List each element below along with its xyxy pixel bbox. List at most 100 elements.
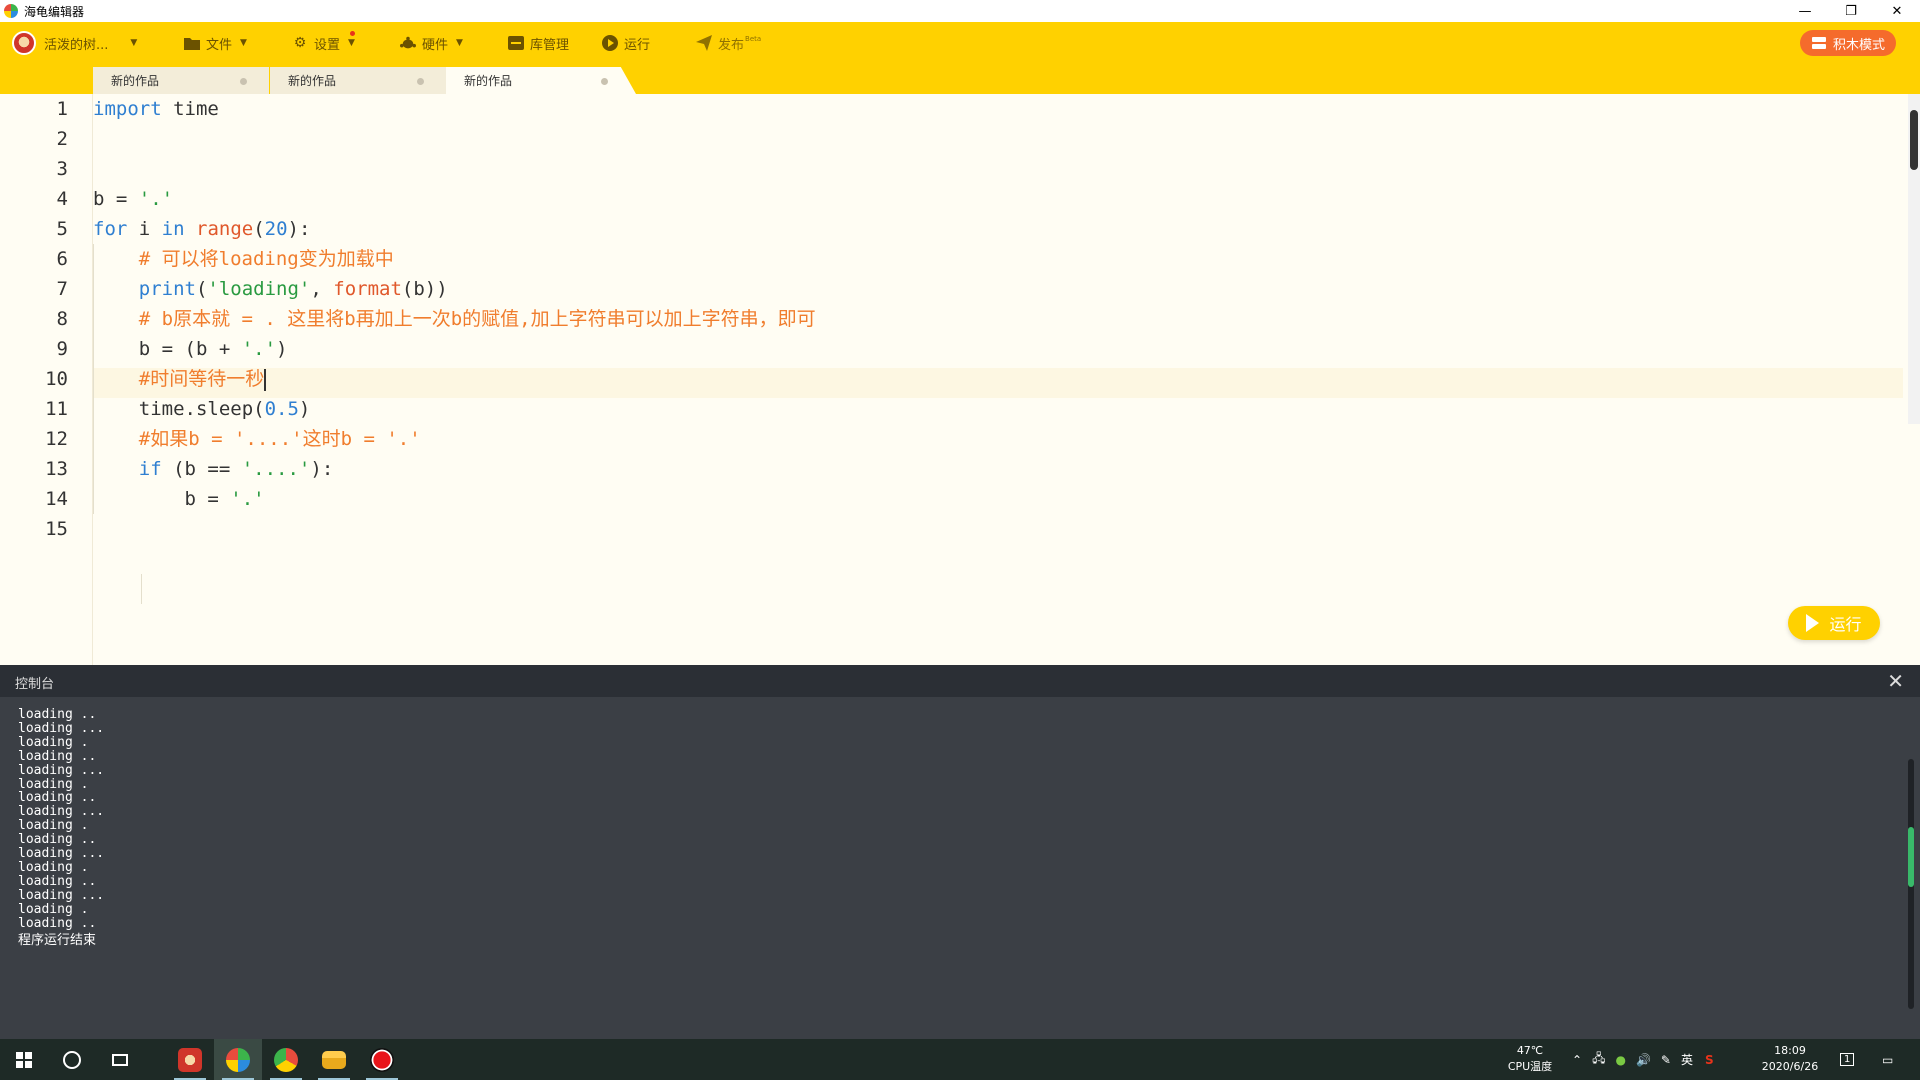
console-line: loading . xyxy=(18,734,89,750)
editor-scrollbar-thumb[interactable] xyxy=(1910,110,1918,170)
turtle-app-icon xyxy=(178,1047,202,1072)
start-button[interactable] xyxy=(0,1039,48,1080)
plus-circle-icon[interactable]: ● xyxy=(1615,1053,1625,1067)
console-line: loading . xyxy=(18,901,89,917)
tab-label: 新的作品 xyxy=(111,74,160,88)
clock-date: 2020/6/26 xyxy=(1761,1060,1819,1073)
code-token: ( xyxy=(195,278,208,300)
minimize-button[interactable]: — xyxy=(1782,0,1828,22)
close-icon[interactable]: ✕ xyxy=(1887,669,1904,693)
line-number: 13 xyxy=(45,458,68,480)
line-number: 6 xyxy=(56,248,68,270)
code-line[interactable]: #时间等待一秒 xyxy=(93,364,267,394)
current-line-highlight xyxy=(93,368,1903,398)
code-line[interactable]: #如果b = '....'这时b = '.' xyxy=(93,424,421,454)
code-line[interactable]: if (b == '....'): xyxy=(93,454,334,484)
tab-close-dot-icon[interactable] xyxy=(240,78,247,85)
app-logo-icon xyxy=(4,4,18,18)
code-line[interactable]: b = '.' xyxy=(93,184,173,214)
console-line: 程序运行结束 xyxy=(18,933,97,949)
tab-close-dot-icon[interactable] xyxy=(601,78,608,85)
library-button[interactable]: 库管理 xyxy=(508,22,569,64)
tab-work-1[interactable]: 新的作品 xyxy=(93,67,269,94)
publish-button[interactable]: 发布 Beta xyxy=(696,22,761,64)
action-center-button[interactable]: ▭ xyxy=(1882,1039,1893,1080)
notification-badge-area[interactable]: 1 xyxy=(1840,1039,1855,1080)
code-token: # b原本就 = . 这里将b再加上一次b的赋值,加上字符串可以加上字符串，即可 xyxy=(138,308,816,330)
line-number-gutter: 1 2 3 4 5 6 7 8 9 10 11 12 13 14 15 xyxy=(0,94,93,665)
taskbar-app-explorer[interactable] xyxy=(310,1039,358,1080)
box-icon xyxy=(508,35,524,51)
ime-indicator[interactable]: 英 xyxy=(1681,1051,1693,1068)
file-menu[interactable]: 文件 ▼ xyxy=(184,22,247,64)
blocks-mode-button[interactable]: 积木模式 xyxy=(1800,30,1896,56)
task-view-button[interactable] xyxy=(96,1039,144,1080)
taskbar-app-browser[interactable] xyxy=(262,1039,310,1080)
code-line[interactable]: time.sleep(0.5) xyxy=(93,394,311,424)
code-line[interactable]: # b原本就 = . 这里将b再加上一次b的赋值,加上字符串可以加上字符串，即可 xyxy=(93,304,816,334)
console-title: 控制台 xyxy=(15,677,55,692)
library-label: 库管理 xyxy=(530,37,570,53)
code-line[interactable]: import time xyxy=(93,94,219,124)
volume-icon[interactable]: 🔊 xyxy=(1636,1053,1651,1067)
clock[interactable]: 18:09 2020/6/26 xyxy=(1752,1043,1828,1075)
run-button[interactable]: 运行 xyxy=(1788,606,1880,640)
blocks-mode-label: 积木模式 xyxy=(1832,37,1885,53)
code-token: b = xyxy=(93,488,231,510)
play-icon xyxy=(1806,614,1820,632)
cpu-temperature[interactable]: 47℃ CPU温度 xyxy=(1500,1043,1560,1075)
line-number: 14 xyxy=(45,488,68,510)
code-line[interactable]: # 可以将loading变为加载中 xyxy=(93,244,394,274)
avatar xyxy=(12,31,36,55)
taskbar-app-turtle-editor[interactable] xyxy=(214,1039,262,1080)
chevron-down-icon: ▼ xyxy=(130,38,138,48)
chevron-down-icon: ▼ xyxy=(240,38,247,48)
code-line[interactable]: for i in range(20): xyxy=(93,214,310,244)
folder-icon xyxy=(322,1050,346,1069)
console-scrollbar-thumb[interactable] xyxy=(1908,827,1914,887)
code-token: print xyxy=(138,278,196,300)
console-line: loading .. xyxy=(18,832,97,848)
code-editor[interactable]: 1 2 3 4 5 6 7 8 9 10 11 12 13 14 15 import time b = '.'… xyxy=(0,94,1920,665)
settings-menu[interactable]: ⚙ 设置 ▼ xyxy=(292,22,355,64)
tab-work-3[interactable]: 新的作品 xyxy=(446,67,636,94)
system-tray: ⌃ 🖧 ● 🔊 ✎ 英 S xyxy=(1572,1039,1714,1080)
code-token: i xyxy=(127,218,162,240)
windows-taskbar: 47℃ CPU温度 ⌃ 🖧 ● 🔊 ✎ 英 S 18:09 2020/6/26 … xyxy=(0,1039,1920,1080)
console-line: loading .. xyxy=(18,873,97,889)
line-number: 15 xyxy=(45,518,68,540)
cpu-temp-value: 47℃ xyxy=(1516,1044,1544,1057)
line-number: 1 xyxy=(56,98,68,120)
chevron-up-icon[interactable]: ⌃ xyxy=(1572,1053,1582,1067)
code-token: (b == xyxy=(161,458,242,480)
restore-button[interactable]: ❐ xyxy=(1828,0,1874,22)
network-icon[interactable]: 🖧 xyxy=(1592,1049,1605,1070)
tab-label: 新的作品 xyxy=(288,74,337,88)
editor-app-icon xyxy=(226,1047,250,1072)
code-line[interactable]: b = '.' xyxy=(93,484,265,514)
code-token: 'loading' xyxy=(207,278,311,300)
pen-icon[interactable]: ✎ xyxy=(1661,1053,1671,1067)
record-icon xyxy=(370,1047,394,1072)
user-name: 活泼的树... xyxy=(44,37,109,53)
chrome-icon xyxy=(274,1047,298,1072)
close-window-button[interactable]: ✕ xyxy=(1874,0,1920,22)
code-token: , xyxy=(310,278,334,300)
main-toolbar: 活泼的树... ▼ 文件 ▼ ⚙ 设置 ▼ 硬件 ▼ 库管理 运行 发布 Bet… xyxy=(0,22,1920,64)
line-number: 11 xyxy=(45,398,68,420)
user-menu[interactable]: 活泼的树... ▼ xyxy=(12,22,137,64)
code-line[interactable]: print('loading', format(b)) xyxy=(93,274,448,304)
taskbar-app-turtle-game[interactable] xyxy=(166,1039,214,1080)
tab-close-dot-icon[interactable] xyxy=(417,78,424,85)
hardware-menu[interactable]: 硬件 ▼ xyxy=(400,22,463,64)
taskbar-app-recorder[interactable] xyxy=(358,1039,406,1080)
window-controls: — ❐ ✕ xyxy=(1782,0,1920,22)
sogou-icon[interactable]: S xyxy=(1705,1053,1714,1067)
search-button[interactable] xyxy=(48,1039,96,1080)
code-line[interactable]: b = (b + '.') xyxy=(93,334,288,364)
run-toolbar-button[interactable]: 运行 xyxy=(602,22,650,64)
line-number: 2 xyxy=(56,128,68,150)
tab-work-2[interactable]: 新的作品 xyxy=(270,67,446,94)
task-view-icon xyxy=(112,1053,128,1066)
